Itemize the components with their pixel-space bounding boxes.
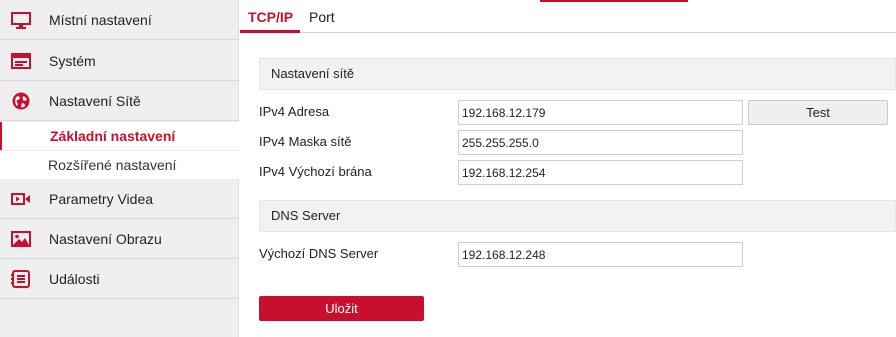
default-dns-label: Výchozí DNS Server <box>259 246 379 261</box>
sidebar-item-local-settings[interactable]: Místní nastavení <box>0 0 239 40</box>
events-icon <box>11 269 31 288</box>
globe-icon <box>11 92 31 110</box>
sidebar: Místní nastavení Systém Nastavení Sítě Z… <box>0 0 239 337</box>
video-icon <box>11 190 31 208</box>
ipv4-gateway-label: IPv4 Výchozí brána <box>259 164 372 179</box>
sidebar-item-network[interactable]: Nastavení Sítě <box>0 81 239 121</box>
dns-section-header: DNS Server <box>259 200 896 232</box>
monitor-icon <box>11 11 31 29</box>
tab-port[interactable]: Port <box>309 9 335 25</box>
save-button[interactable]: Uložit <box>259 296 424 321</box>
ipv4-gateway-input[interactable] <box>458 160 743 185</box>
sidebar-item-label: Nastavení Obrazu <box>49 230 162 247</box>
sidebar-item-system[interactable]: Systém <box>0 41 239 81</box>
sidebar-item-label: Místní nastavení <box>49 11 152 28</box>
tab-tcpip[interactable]: TCP/IP <box>248 9 293 25</box>
test-button[interactable]: Test <box>748 100 888 125</box>
tab-bar: TCP/IP Port <box>240 0 896 33</box>
sidebar-item-events[interactable]: Události <box>0 259 239 299</box>
sidebar-subitem-basic-settings[interactable]: Základní nastavení <box>0 122 239 150</box>
ipv4-mask-label: IPv4 Maska sítě <box>259 134 352 149</box>
sidebar-item-label: Parametry Videa <box>49 190 154 207</box>
sidebar-item-image-settings[interactable]: Nastavení Obrazu <box>0 219 239 259</box>
image-icon <box>11 230 31 248</box>
sidebar-item-label: Události <box>49 270 100 287</box>
ipv4-address-label: IPv4 Adresa <box>259 104 330 119</box>
network-section-header: Nastavení sítě <box>259 58 896 90</box>
sidebar-item-label: Systém <box>49 52 96 69</box>
system-icon <box>11 52 31 70</box>
default-dns-input[interactable] <box>458 242 743 267</box>
active-tab-indicator <box>240 30 300 33</box>
sidebar-subitem-label: Základní nastavení <box>50 128 176 144</box>
ipv4-address-input[interactable] <box>458 100 743 125</box>
main-panel: TCP/IP Port Nastavení sítě IPv4 Adresa T… <box>240 0 896 337</box>
sidebar-item-label: Nastavení Sítě <box>49 92 141 109</box>
ipv4-mask-input[interactable] <box>458 130 743 155</box>
sidebar-item-video-parameters[interactable]: Parametry Videa <box>0 179 239 219</box>
sidebar-subitem-label: Rozšířené nastavení <box>48 157 177 173</box>
app: Místní nastavení Systém Nastavení Sítě Z… <box>0 0 896 337</box>
sidebar-subitem-advanced-settings[interactable]: Rozšířené nastavení <box>0 151 239 179</box>
